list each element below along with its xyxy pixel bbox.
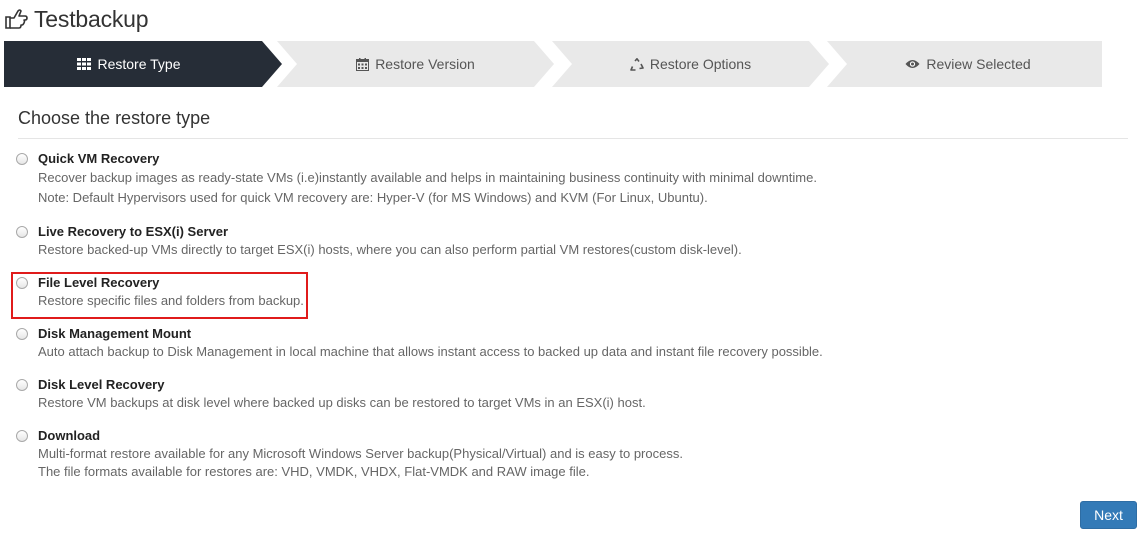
- recycle-icon: [630, 57, 644, 71]
- option-label: Quick VM Recovery: [38, 151, 160, 166]
- divider: [18, 138, 1128, 139]
- tab-restore-version-label: Restore Version: [375, 56, 475, 72]
- wizard-steps: Restore Type Restore Version Restore Opt…: [4, 41, 1102, 87]
- option-description: Restore backed-up VMs directly to target…: [38, 242, 742, 257]
- tab-restore-version[interactable]: Restore Version: [288, 41, 543, 87]
- page-header: Testbackup: [4, 4, 149, 34]
- tab-restore-options[interactable]: Restore Options: [563, 41, 818, 87]
- page-title: Testbackup: [34, 5, 149, 32]
- option-description: The file formats available for restores …: [38, 464, 590, 479]
- option-label: Disk Level Recovery: [38, 377, 165, 392]
- calendar-icon: [356, 57, 370, 71]
- option-label: Disk Management Mount: [38, 326, 192, 341]
- tab-review-selected-label: Review Selected: [926, 56, 1031, 72]
- hand-pointing-icon: [4, 8, 28, 30]
- option-description: Note: Default Hypervisors used for quick…: [38, 190, 708, 205]
- radio-disk-level-recovery[interactable]: [16, 379, 28, 391]
- option-description: Multi-format restore available for any M…: [38, 446, 683, 461]
- radio-live-recovery-esx[interactable]: [16, 226, 28, 238]
- tab-review-selected[interactable]: Review Selected: [838, 41, 1098, 87]
- radio-quick-vm-recovery[interactable]: [16, 153, 28, 165]
- tab-restore-options-label: Restore Options: [649, 56, 752, 72]
- eye-icon: [905, 59, 920, 69]
- option-description: Restore VM backups at disk level where b…: [38, 395, 646, 410]
- highlight-box: [11, 272, 308, 319]
- option-description: Auto attach backup to Disk Management in…: [38, 344, 823, 359]
- grid-icon: [77, 58, 92, 70]
- option-label: Live Recovery to ESX(i) Server: [38, 224, 229, 239]
- next-button[interactable]: Next: [1080, 501, 1137, 529]
- radio-download[interactable]: [16, 430, 28, 442]
- radio-disk-management-mount[interactable]: [16, 328, 28, 340]
- option-description: Recover backup images as ready-state VMs…: [38, 170, 817, 185]
- section-heading: Choose the restore type: [18, 108, 211, 128]
- option-label: Download: [38, 428, 101, 443]
- tab-restore-type-label: Restore Type: [97, 56, 181, 72]
- tab-restore-type[interactable]: Restore Type: [4, 41, 254, 87]
